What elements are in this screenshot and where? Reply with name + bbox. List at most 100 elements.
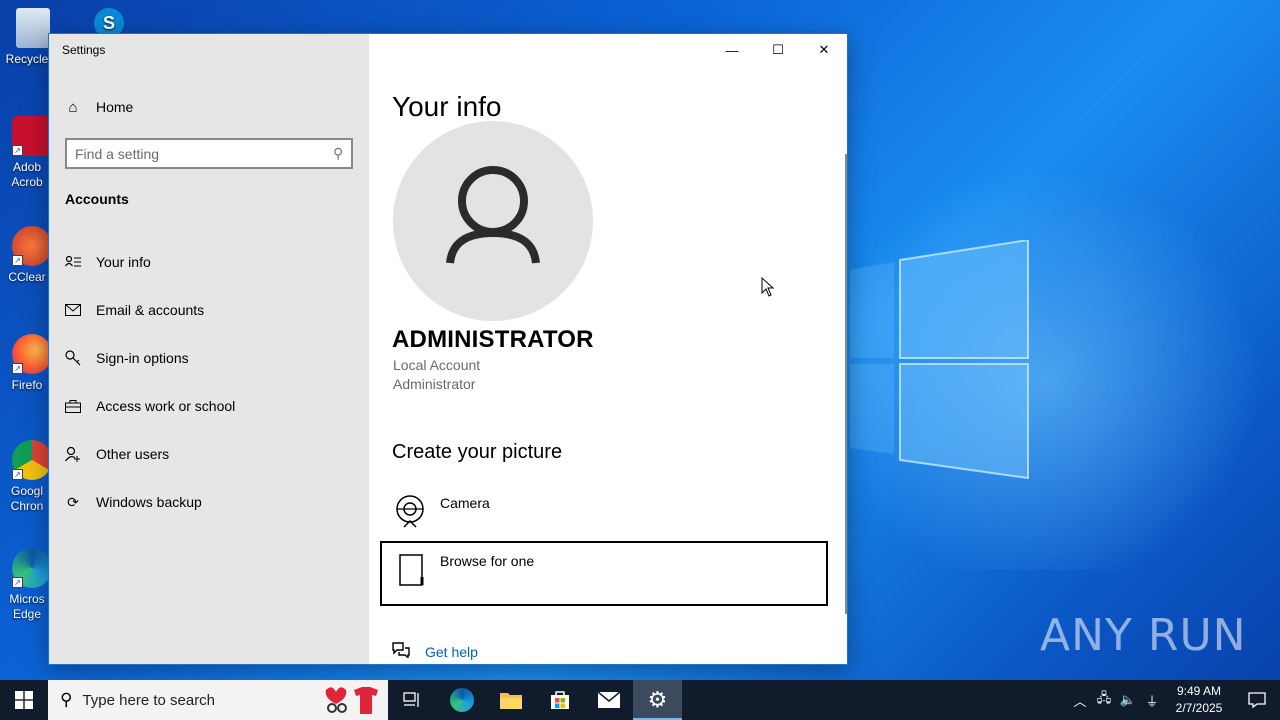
anyrun-watermark: ANY RUN [1040,610,1247,661]
taskbar-mail[interactable] [584,680,633,720]
windows-wallpaper-logo [850,238,1030,480]
recycle-bin-icon [16,8,50,48]
sidebar-item-label: Email & accounts [96,302,205,318]
taskbar-file-explorer[interactable] [486,680,535,720]
main-content: Your info ADMINISTRATOR Local Account Ad… [369,34,847,664]
gear-icon: ⚙ [647,687,668,712]
mouse-cursor-icon [761,276,775,302]
taskbar-settings[interactable]: ⚙ [633,680,682,720]
desktop-icon-label: Googl Chron [10,484,44,513]
sidebar-item-label: Other users [96,446,170,462]
desktop-icon-ccleaner[interactable]: ↗ CClear [0,226,52,322]
taskbar-search-placeholder: Type here to search [82,691,216,709]
desktop-icon-firefox[interactable]: ↗ Firefo [0,334,52,430]
browse-option-label: Browse for one [440,553,535,569]
edge-icon: ↗ [12,548,52,588]
folder-icon [499,693,522,709]
sidebar-item-label: Windows backup [96,494,202,510]
mail-icon [64,304,82,316]
home-icon: ⌂ [68,98,78,116]
maximize-button[interactable]: ☐ [755,34,801,66]
desktop-icon-recycle-bin[interactable]: Recycle [0,8,50,104]
power-plug-icon[interactable]: ⏚ [1140,691,1164,710]
account-role: Administrator [393,376,476,392]
account-type: Local Account [393,357,481,373]
task-view-button[interactable] [388,680,437,720]
desktop-icon-label: Adob Acrob [11,160,43,189]
search-icon: ⚲ [60,690,73,709]
person-card-icon [64,255,82,269]
sidebar-item-label: Access work or school [96,398,236,414]
briefcase-icon [64,399,82,413]
desktop-icon-adobe-acrobat[interactable]: ↗ Adob Acrob [0,116,52,212]
sidebar-item-label: Sign-in options [96,350,189,366]
add-person-icon [64,446,82,462]
volume-icon[interactable]: 🔈 [1116,692,1140,708]
clock-date: 2/7/2025 [1175,701,1223,715]
browse-option[interactable]: Browse for one [380,541,828,606]
sidebar-item-windows-backup[interactable]: ⟳ Windows backup [49,478,369,526]
section-title-accounts: Accounts [65,191,129,207]
network-icon[interactable]: 🖧 [1092,689,1116,711]
chrome-icon: ↗ [12,440,52,480]
create-picture-heading: Create your picture [392,441,563,463]
search-highlight-decoration-icon [325,687,378,714]
avatar [393,121,593,321]
system-clock[interactable]: 9:49 AM 2/7/2025 [1164,683,1234,717]
ccleaner-icon: ↗ [12,226,52,266]
content-scrollbar[interactable] [845,154,847,614]
close-button[interactable]: ✕ [801,34,847,66]
task-view-icon [402,692,419,707]
acrobat-icon: ↗ [12,116,52,156]
file-icon [394,551,430,587]
desktop-icon-google-chrome[interactable]: ↗ Googl Chron [0,440,52,536]
notification-icon [1248,692,1266,708]
sidebar-item-email-accounts[interactable]: Email & accounts [49,286,369,334]
desktop-icon-label: Firefo [11,378,43,392]
sidebar-item-label: Your info [96,254,151,270]
sidebar-item-your-info[interactable]: Your info [49,238,369,286]
start-button[interactable] [0,680,48,720]
get-help-link[interactable]: Get help [392,642,478,662]
nav-home-label: Home [96,99,134,115]
window-controls: — ☐ ✕ [709,34,847,66]
mail-icon [597,691,620,708]
window-title: Settings [62,43,106,57]
minimize-button[interactable]: — [709,34,755,66]
search-input[interactable] [75,145,333,162]
desktop-icon-label: Micros Edge [9,592,45,621]
get-help-label: Get help [425,644,478,660]
page-title: Your info [392,91,502,122]
clock-time: 9:49 AM [1176,684,1222,698]
system-tray: ︿ 🖧 🔈 ⏚ 9:49 AM 2/7/2025 [1068,680,1280,720]
sidebar-item-sign-in-options[interactable]: Sign-in options [49,334,369,382]
desktop-icon-microsoft-edge[interactable]: ↗ Micros Edge [0,548,52,644]
search-icon: ⚲ [332,145,343,161]
camera-icon [394,493,430,529]
key-icon [64,350,82,366]
find-setting-search[interactable]: ⚲ [65,138,353,169]
user-name: ADMINISTRATOR [392,326,594,353]
desktop-icon-label: CClear [8,270,46,284]
firefox-icon: ↗ [12,334,52,374]
desktop-icon-label: Recycle [5,52,49,66]
sidebar-item-access-work-school[interactable]: Access work or school [49,382,369,430]
camera-option[interactable]: Camera [380,483,828,548]
chevron-up-icon[interactable]: ︿ [1068,691,1092,710]
settings-window: Settings ⌂ Home ⚲ Accounts Your info Ema… [48,33,848,665]
taskbar-search-box[interactable]: ⚲ Type here to search [48,680,388,720]
store-icon [550,691,569,709]
accounts-nav-list: Your info Email & accounts Sign-in optio… [49,238,369,526]
user-silhouette-icon [446,166,540,264]
taskbar: ⚲ Type here to search ⚙ ︿ 🖧 🔈 ⏚ 9:49 AM … [0,680,1280,720]
edge-icon [449,688,474,712]
taskbar-store[interactable] [535,680,584,720]
windows-start-icon [15,691,33,709]
nav-home[interactable]: ⌂ Home [65,96,133,118]
taskbar-edge[interactable] [437,680,486,720]
sidebar: Settings ⌂ Home ⚲ Accounts Your info Ema… [49,34,369,664]
sync-icon: ⟳ [67,493,79,510]
help-chat-icon [392,642,410,662]
sidebar-item-other-users[interactable]: Other users [49,430,369,478]
notification-center-button[interactable] [1234,692,1280,708]
